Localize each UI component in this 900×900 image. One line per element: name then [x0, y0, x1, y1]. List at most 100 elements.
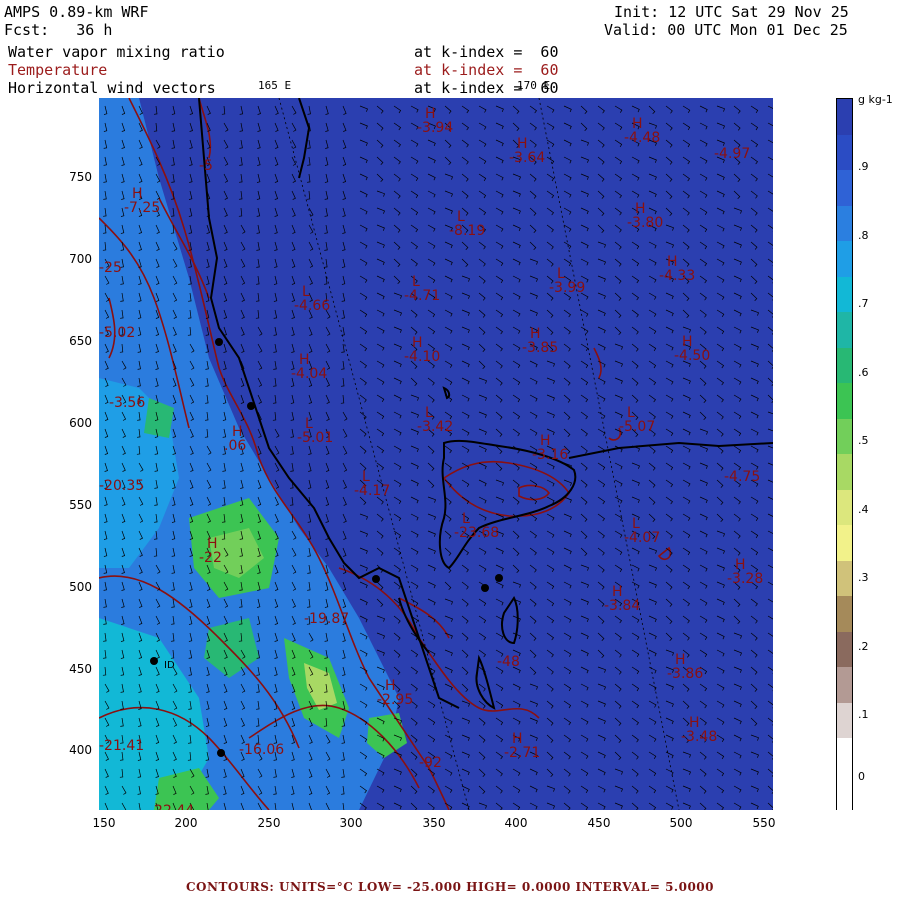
- wind-barb: [767, 462, 773, 466]
- wind-barb: [376, 309, 385, 317]
- wind-barb: [716, 530, 725, 537]
- temperature-extremum-marker: H: [517, 136, 528, 152]
- wind-barb: [359, 156, 368, 164]
- wind-barb: [648, 581, 657, 588]
- wind-barb: [563, 717, 572, 726]
- wind-barb: [682, 785, 691, 792]
- wind-barb: [699, 428, 708, 435]
- wind-barb: [325, 343, 331, 353]
- field-3-name: Horizontal wind vectors: [8, 79, 216, 97]
- wind-barb: [461, 564, 469, 573]
- wind-barb: [461, 768, 470, 776]
- wind-barb: [665, 326, 674, 334]
- wind-barb: [427, 530, 436, 537]
- wind-barb: [716, 241, 725, 249]
- forecast-hour: Fcst: 36 h: [4, 21, 113, 39]
- wind-barb: [580, 734, 589, 742]
- wind-barb: [580, 649, 589, 657]
- map-plot[interactable]: -3.94 H -3.64 H -4.48 H -4.97 -7.25 H -8.19 L -3.80…: [99, 98, 773, 810]
- wind-barb: [512, 275, 521, 283]
- wind-barb: [631, 632, 640, 640]
- wind-barb: [767, 241, 773, 250]
- wind-barb: [461, 173, 469, 182]
- wind-barb: [444, 411, 453, 420]
- wind-barb: [699, 377, 707, 386]
- wind-barb: [563, 377, 571, 386]
- colorbar-segment: [837, 738, 852, 774]
- wind-barb: [648, 377, 657, 386]
- wind-barb: [342, 156, 347, 166]
- wind-barb: [597, 139, 605, 148]
- temperature-label: -4.48: [624, 130, 660, 146]
- wind-barb: [512, 683, 521, 691]
- wind-barb: [767, 479, 773, 483]
- wind-barb: [359, 105, 368, 112]
- wind-barb: [529, 105, 537, 114]
- wind-barb: [461, 734, 470, 741]
- wind-barb: [274, 479, 280, 489]
- y-tick: 550: [69, 498, 92, 512]
- wind-barb: [529, 615, 537, 624]
- wind-barb: [699, 598, 708, 606]
- wind-barb: [478, 513, 487, 521]
- wind-barb: [359, 275, 368, 283]
- wind-barb: [597, 649, 605, 658]
- temperature-extremum-marker: H: [425, 106, 436, 122]
- wind-barb: [699, 105, 708, 113]
- wind-barb: [342, 428, 348, 438]
- wind-barb: [682, 513, 691, 521]
- wind-barb: [716, 666, 725, 674]
- wind-barb: [444, 360, 453, 368]
- wind-barb: [427, 207, 436, 215]
- wind-barb: [597, 105, 605, 114]
- wind-barb: [733, 207, 742, 214]
- wind-barb: [427, 462, 435, 471]
- wind-barb: [189, 105, 194, 115]
- wind-barb: [614, 683, 622, 692]
- wind-barb: [716, 122, 725, 129]
- wind-barb: [716, 683, 725, 691]
- colorbar-segment: [837, 347, 852, 384]
- wind-barb: [495, 547, 504, 555]
- wind-barb: [206, 241, 210, 251]
- wind-barb: [648, 122, 657, 129]
- wind-barb: [223, 360, 227, 370]
- colorbar-segment: [837, 596, 852, 632]
- wind-barb: [699, 309, 707, 318]
- wind-barb: [444, 734, 453, 742]
- wind-barb: [767, 122, 773, 127]
- wind-barb: [750, 700, 758, 709]
- wind-barb: [478, 700, 486, 709]
- wind-barb: [393, 581, 401, 590]
- wind-barb: [750, 190, 758, 199]
- wind-barb: [699, 207, 708, 215]
- wind-barb: [648, 326, 657, 334]
- wind-barb: [716, 547, 725, 554]
- wind-barb: [393, 190, 401, 199]
- wind-barb: [478, 156, 487, 164]
- wind-barb: [495, 156, 504, 164]
- wind-barb: [376, 343, 385, 351]
- wind-barb: [546, 411, 555, 419]
- wind-barb: [682, 615, 690, 624]
- wind-barb: [189, 122, 193, 132]
- wind-barb: [427, 581, 436, 589]
- wind-barb: [716, 700, 725, 708]
- wind-barb: [376, 785, 385, 793]
- wind-barb: [461, 241, 469, 250]
- wind-barb: [342, 513, 347, 523]
- wind-barb: [597, 632, 605, 641]
- wind-barb: [682, 309, 690, 318]
- wind-barb: [529, 530, 537, 539]
- wind-barb: [478, 802, 487, 809]
- wind-barb: [478, 751, 486, 760]
- wind-barb: [461, 479, 470, 487]
- wind-barb: [495, 326, 503, 335]
- wind-barb: [716, 207, 725, 215]
- wind-barb: [716, 462, 724, 471]
- wind-barb: [478, 598, 487, 607]
- wind-barb: [648, 496, 656, 505]
- wind-barb: [341, 309, 345, 319]
- wind-barb: [444, 309, 453, 317]
- wind-barb: [444, 649, 453, 657]
